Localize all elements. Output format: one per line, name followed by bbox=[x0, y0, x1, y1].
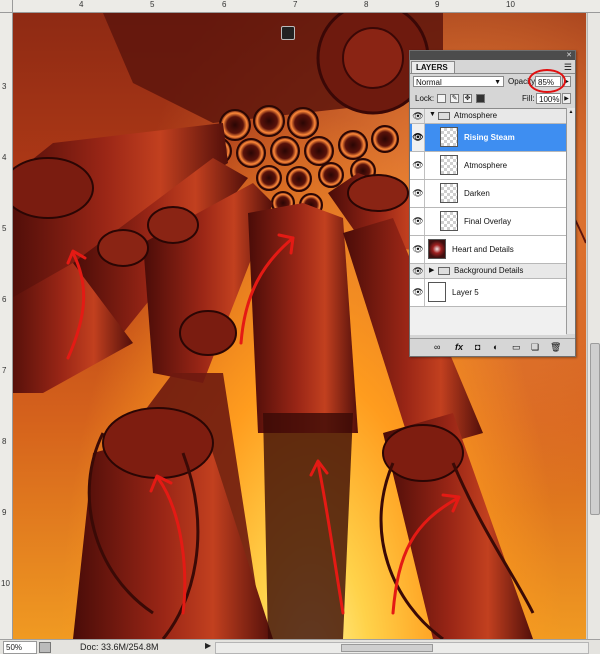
eye-icon[interactable]: 👁 bbox=[412, 109, 425, 123]
panel-scrollbar[interactable]: ▲ bbox=[566, 108, 575, 334]
lock-transparency-icon[interactable] bbox=[437, 94, 446, 103]
lock-brush-icon[interactable]: ✎ bbox=[450, 94, 459, 103]
ruler-tick: 5 bbox=[150, 0, 155, 9]
blend-mode-value: Normal bbox=[416, 78, 442, 87]
layer-heart-and-details[interactable]: 👁 Heart and Details bbox=[410, 236, 566, 264]
layer-name: Heart and Details bbox=[452, 245, 514, 254]
layer-name: Final Overlay bbox=[464, 217, 512, 226]
layer-name: Darken bbox=[464, 189, 490, 198]
ruler-tick: 9 bbox=[2, 508, 7, 517]
eye-icon[interactable]: 👁 bbox=[412, 152, 425, 179]
ruler-tick: 6 bbox=[222, 0, 227, 9]
eye-icon[interactable]: 👁 bbox=[412, 124, 425, 151]
eye-icon[interactable]: 👁 bbox=[412, 264, 425, 278]
ruler-tick: 10 bbox=[506, 0, 515, 9]
eye-icon[interactable]: 👁 bbox=[412, 208, 425, 235]
doc-size: Doc: 33.6M/254.8M bbox=[80, 642, 159, 652]
layer-name: Atmosphere bbox=[464, 161, 508, 170]
layer-thumbnail bbox=[440, 127, 458, 147]
fill-input[interactable]: 100% bbox=[536, 93, 561, 104]
new-layer-icon[interactable]: ❏ bbox=[531, 342, 539, 352]
ruler-tick: 4 bbox=[2, 153, 7, 162]
folder-icon bbox=[438, 267, 450, 275]
layer-darken[interactable]: 👁 Darken bbox=[410, 180, 566, 208]
highlight-circle bbox=[528, 69, 566, 93]
horizontal-ruler: 4 5 6 7 8 9 10 bbox=[0, 0, 600, 13]
lock-label: Lock: bbox=[415, 94, 435, 103]
layer-name: Background Details bbox=[454, 266, 524, 275]
ruler-tick: 8 bbox=[364, 0, 369, 9]
eye-icon[interactable]: 👁 bbox=[412, 279, 425, 306]
chevron-right-icon[interactable]: ▶ bbox=[205, 641, 211, 650]
layers-list: 👁 ▼ Atmosphere 👁 Rising Steam 👁 Atmosphe… bbox=[410, 108, 566, 335]
layer-thumbnail bbox=[428, 282, 446, 302]
status-bar: 50% Doc: 33.6M/254.8M ▶ bbox=[0, 639, 600, 654]
vertical-scrollbar[interactable] bbox=[587, 13, 600, 639]
layer-rising-steam[interactable]: 👁 Rising Steam bbox=[410, 124, 566, 152]
layer-final-overlay[interactable]: 👁 Final Overlay bbox=[410, 208, 566, 236]
folder-icon bbox=[438, 112, 450, 120]
tab-layers[interactable]: LAYERS bbox=[411, 61, 455, 73]
ruler-tick: 7 bbox=[293, 0, 298, 9]
layer-thumbnail bbox=[440, 155, 458, 175]
layer-name: Rising Steam bbox=[464, 133, 515, 142]
ruler-tick: 6 bbox=[2, 295, 7, 304]
horizontal-scrollbar[interactable] bbox=[215, 642, 589, 654]
ruler-tick: 5 bbox=[2, 224, 7, 233]
layer-name: Layer 5 bbox=[452, 288, 479, 297]
layer-5[interactable]: 👁 Layer 5 bbox=[410, 279, 566, 307]
panel-titlebar[interactable]: ✕ bbox=[410, 51, 575, 60]
lock-row: Lock: ✎ ✥ Fill: 100% ▶ bbox=[410, 92, 575, 106]
ruler-corner bbox=[0, 0, 13, 13]
vertical-ruler: 3 4 5 6 7 8 9 10 bbox=[0, 12, 13, 639]
ruler-tick: 7 bbox=[2, 366, 7, 375]
eye-icon[interactable]: 👁 bbox=[412, 236, 425, 263]
ruler-tick: 8 bbox=[2, 437, 7, 446]
ruler-tick: 10 bbox=[1, 579, 10, 588]
eye-icon[interactable]: 👁 bbox=[412, 180, 425, 207]
chevron-up-icon[interactable]: ▲ bbox=[567, 108, 575, 116]
panel-menu-icon[interactable]: ☰ bbox=[564, 61, 572, 73]
fill-label: Fill: bbox=[522, 94, 535, 103]
chevron-down-icon: ▼ bbox=[494, 79, 501, 86]
mask-icon[interactable]: ◘ bbox=[475, 342, 480, 352]
layer-thumbnail bbox=[428, 239, 446, 259]
status-icon[interactable] bbox=[39, 642, 51, 653]
lock-all-icon[interactable] bbox=[476, 94, 485, 103]
layer-thumbnail bbox=[440, 183, 458, 203]
link-icon[interactable]: ∞ bbox=[434, 342, 440, 352]
lock-move-icon[interactable]: ✥ bbox=[463, 94, 472, 103]
ruler-tick: 4 bbox=[79, 0, 84, 9]
adjustment-icon[interactable]: ◐ bbox=[493, 342, 498, 352]
ruler-tick: 3 bbox=[2, 82, 7, 91]
photoshop-mini-icon[interactable] bbox=[281, 26, 295, 40]
layers-panel: ✕ LAYERS ☰ Normal ▼ Opacity: 85% ▶ Lock:… bbox=[409, 50, 576, 357]
close-icon[interactable]: ✕ bbox=[566, 51, 572, 60]
scrollbar-thumb[interactable] bbox=[590, 343, 600, 515]
layer-group-atmosphere[interactable]: 👁 ▼ Atmosphere bbox=[410, 109, 566, 124]
panel-footer: ∞ fx ◘ ◐ ▭ ❏ 🗑 bbox=[410, 338, 575, 356]
layer-name: Atmosphere bbox=[454, 111, 498, 120]
chevron-right-icon[interactable]: ▶ bbox=[429, 266, 434, 274]
scrollbar-thumb[interactable] bbox=[341, 644, 433, 652]
layer-group-background-details[interactable]: 👁 ▶ Background Details bbox=[410, 264, 566, 279]
zoom-field[interactable]: 50% bbox=[3, 641, 37, 654]
fx-icon[interactable]: fx bbox=[455, 342, 463, 352]
fill-slider-button[interactable]: ▶ bbox=[562, 93, 571, 104]
chevron-down-icon[interactable]: ▼ bbox=[429, 111, 436, 118]
trash-icon[interactable]: 🗑 bbox=[550, 342, 561, 352]
layer-thumbnail bbox=[440, 211, 458, 231]
layer-atmosphere[interactable]: 👁 Atmosphere bbox=[410, 152, 566, 180]
blend-mode-select[interactable]: Normal ▼ bbox=[413, 76, 504, 87]
ruler-tick: 9 bbox=[435, 0, 440, 9]
folder-icon[interactable]: ▭ bbox=[512, 342, 521, 352]
